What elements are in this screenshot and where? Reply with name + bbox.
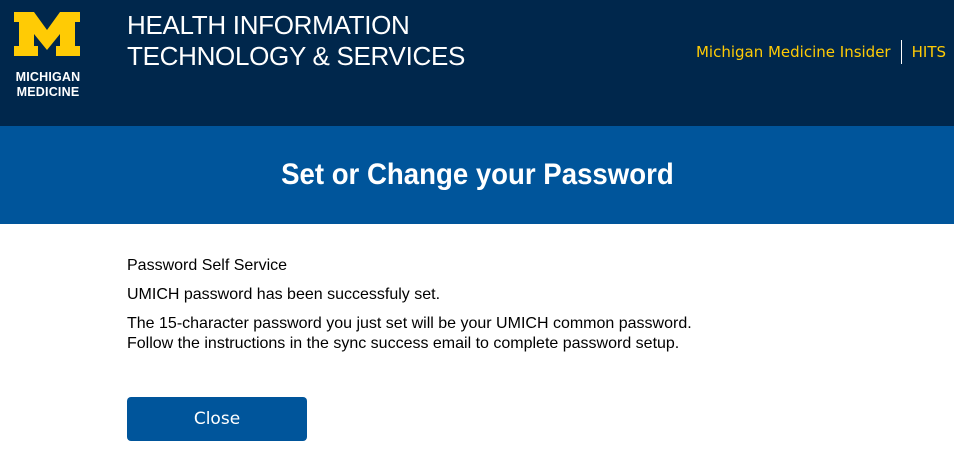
header-nav: Michigan Medicine Insider HITS (696, 40, 946, 64)
nav-divider (900, 40, 902, 64)
site-title-line2: TECHNOLOGY & SERVICES (127, 41, 466, 71)
logo-text-michigan: MICHIGAN (15, 70, 81, 84)
page-banner: Set or Change your Password (0, 126, 954, 224)
michigan-medicine-logo[interactable]: MICHIGAN MEDICINE (10, 10, 84, 110)
block-m-icon (14, 12, 80, 56)
page-title: Set or Change your Password (280, 158, 674, 191)
status-message: UMICH password has been successfuly set. (127, 286, 441, 303)
close-button[interactable]: Close (127, 397, 307, 441)
logo-text-medicine: MEDICINE (16, 85, 80, 99)
info-line-2: Follow the instructions in the sync succ… (127, 335, 680, 352)
site-header: MICHIGAN MEDICINE HEALTH INFORMATION TEC… (0, 0, 954, 126)
main-content: Password Self Service UMICH password has… (127, 256, 887, 354)
site-title[interactable]: HEALTH INFORMATION TECHNOLOGY & SERVICES (127, 10, 465, 72)
section-heading: Password Self Service (127, 257, 288, 274)
link-michigan-medicine-insider[interactable]: Michigan Medicine Insider (696, 43, 891, 61)
site-title-line1: HEALTH INFORMATION (127, 10, 410, 40)
info-line-1: The 15-character password you just set w… (127, 315, 692, 332)
link-hits[interactable]: HITS (912, 43, 946, 61)
